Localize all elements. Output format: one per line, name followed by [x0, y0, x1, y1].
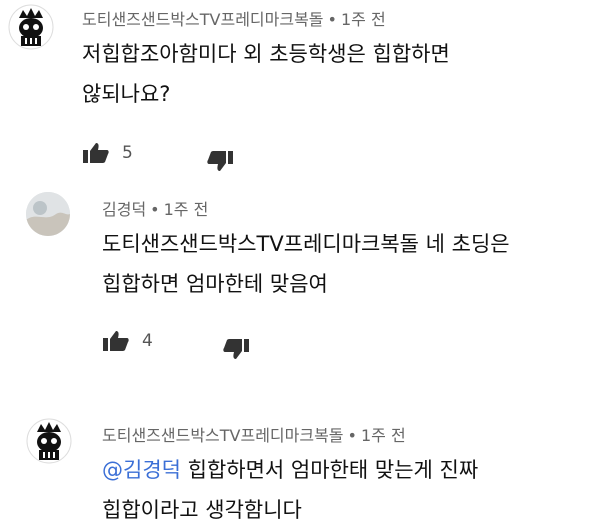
- comment-meta: 도티샌즈샌드박스TV프레디마크복돌 • 1주 전: [102, 422, 406, 446]
- thumbs-up-icon: [82, 142, 110, 164]
- comment-author[interactable]: 도티샌즈샌드박스TV프레디마크복돌: [102, 426, 344, 445]
- comment-author[interactable]: 도티샌즈샌드박스TV프레디마크복돌: [82, 10, 324, 29]
- thumbs-up-icon: [102, 330, 130, 352]
- comment-line: 도티샌즈샌드박스TV프레디마크복돌 네 초딩은: [102, 232, 510, 256]
- dislike-button[interactable]: [206, 150, 234, 172]
- comment-line: 않되나요?: [82, 82, 171, 106]
- like-count: 5: [122, 143, 133, 163]
- comment-line: 저힙합조아함미다 외 초등학생은 힙합하면: [82, 42, 450, 66]
- comment-time[interactable]: 1주 전: [341, 10, 386, 29]
- comment-time[interactable]: 1주 전: [361, 426, 406, 445]
- dislike-button[interactable]: [222, 338, 250, 360]
- avatar[interactable]: [8, 4, 54, 50]
- thumbs-down-icon: [222, 338, 250, 360]
- comment-line: 힙합하면 엄마한테 맞음여: [102, 272, 328, 296]
- comment-text: @김경덕 힙합하면서 엄마한태 맞는게 진짜 힙합이라고 생각함니다: [102, 450, 478, 530]
- comment-line: 힙합이라고 생각함니다: [102, 498, 302, 522]
- like-count: 4: [142, 331, 153, 351]
- comment-line: @김경덕 힙합하면서 엄마한태 맞는게 진짜: [102, 450, 478, 490]
- meta-separator: •: [150, 200, 160, 219]
- comment-meta: 도티샌즈샌드박스TV프레디마크복돌 • 1주 전: [82, 6, 386, 30]
- photo-avatar-icon: [26, 192, 70, 236]
- avatar[interactable]: [26, 418, 72, 464]
- comment-time[interactable]: 1주 전: [164, 200, 209, 219]
- comment-author[interactable]: 김경덕: [102, 200, 146, 219]
- comment-meta: 김경덕 • 1주 전: [102, 196, 208, 220]
- comment-line-text: 힙합하면서 엄마한태 맞는게 진짜: [187, 458, 479, 482]
- skull-king-avatar-icon: [8, 4, 54, 50]
- avatar[interactable]: [26, 192, 70, 236]
- meta-separator: •: [347, 426, 357, 445]
- meta-separator: •: [327, 10, 337, 29]
- user-mention-link[interactable]: @김경덕: [102, 458, 181, 482]
- thumbs-down-icon: [206, 150, 234, 172]
- like-button[interactable]: 5: [82, 142, 133, 164]
- like-button[interactable]: 4: [102, 330, 153, 352]
- comment-text: 저힙합조아함미다 외 초등학생은 힙합하면 않되나요?: [82, 34, 450, 114]
- skull-king-avatar-icon: [26, 418, 72, 464]
- comment-text: 도티샌즈샌드박스TV프레디마크복돌 네 초딩은 힙합하면 엄마한테 맞음여: [102, 224, 510, 304]
